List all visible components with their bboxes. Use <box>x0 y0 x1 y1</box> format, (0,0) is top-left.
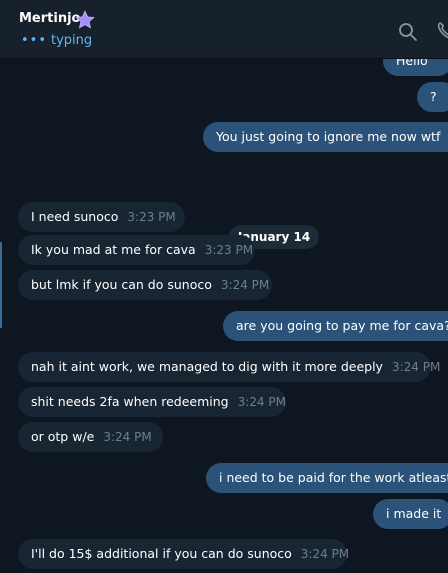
contact-name[interactable]: Mertinjo <box>19 11 80 26</box>
message-incoming[interactable]: Ik you mad at me for cava 3:23 PM <box>18 235 255 265</box>
message-time: 3:24 PM <box>391 360 441 374</box>
message-outgoing[interactable]: ? <box>417 82 448 112</box>
message-text: but lmk if you can do sunoco <box>31 277 212 292</box>
message-text: Hello <box>396 59 428 68</box>
message-outgoing[interactable]: i made it <box>373 499 448 529</box>
message-outgoing[interactable]: You just going to ignore me now wtf1 <box>203 122 448 152</box>
typing-status: ••• typing <box>21 33 92 48</box>
message-outgoing[interactable]: are you going to pay me for cava? <box>223 311 448 341</box>
message-text: Ik you mad at me for cava <box>31 242 196 257</box>
message-time: 3:23 PM <box>127 210 176 224</box>
message-incoming[interactable]: or otp w/e 3:24 PM <box>18 422 163 452</box>
message-text: i need to be paid for the work atleast <box>219 470 448 485</box>
message-time: 3:24 PM <box>300 547 350 561</box>
star-icon <box>75 10 95 29</box>
message-outgoing[interactable]: Hello <box>383 59 448 76</box>
message-time: 3:24 PM <box>103 430 152 444</box>
message-time: 3:24 PM <box>237 395 286 409</box>
message-incoming[interactable]: shit needs 2fa when redeeming 3:24 PM <box>18 387 286 417</box>
message-text: nah it aint work, we managed to dig with… <box>31 359 383 374</box>
message-text: You just going to ignore me now wtf <box>216 129 441 144</box>
message-incoming[interactable]: I'll do 15$ additional if you can do sun… <box>18 539 350 569</box>
message-list[interactable]: Hello ? You just going to ignore me now … <box>0 59 448 573</box>
message-text: or otp w/e <box>31 429 95 444</box>
search-icon[interactable] <box>398 22 418 42</box>
message-text: i made it <box>386 506 442 521</box>
message-time: 3:24 PM <box>220 278 270 292</box>
typing-dots: ••• <box>21 33 48 48</box>
message-incoming[interactable]: I need sunoco 3:23 PM <box>18 202 185 232</box>
message-text: shit needs 2fa when redeeming <box>31 394 229 409</box>
message-text: are you going to pay me for cava? <box>236 318 448 333</box>
phone-icon[interactable] <box>436 21 448 41</box>
message-incoming[interactable]: nah it aint work, we managed to dig with… <box>18 352 440 382</box>
typing-label: typing <box>51 33 93 48</box>
message-text: I need sunoco <box>31 209 119 224</box>
message-text: ? <box>430 89 437 104</box>
message-time: 3:23 PM <box>204 243 254 257</box>
message-text: I'll do 15$ additional if you can do sun… <box>31 546 292 561</box>
chat-header: Mertinjo ••• typing <box>0 0 448 59</box>
message-incoming[interactable]: but lmk if you can do sunoco 3:24 PM <box>18 270 272 300</box>
unread-indicator <box>0 242 2 328</box>
message-outgoing[interactable]: i need to be paid for the work atleast <box>206 463 448 493</box>
